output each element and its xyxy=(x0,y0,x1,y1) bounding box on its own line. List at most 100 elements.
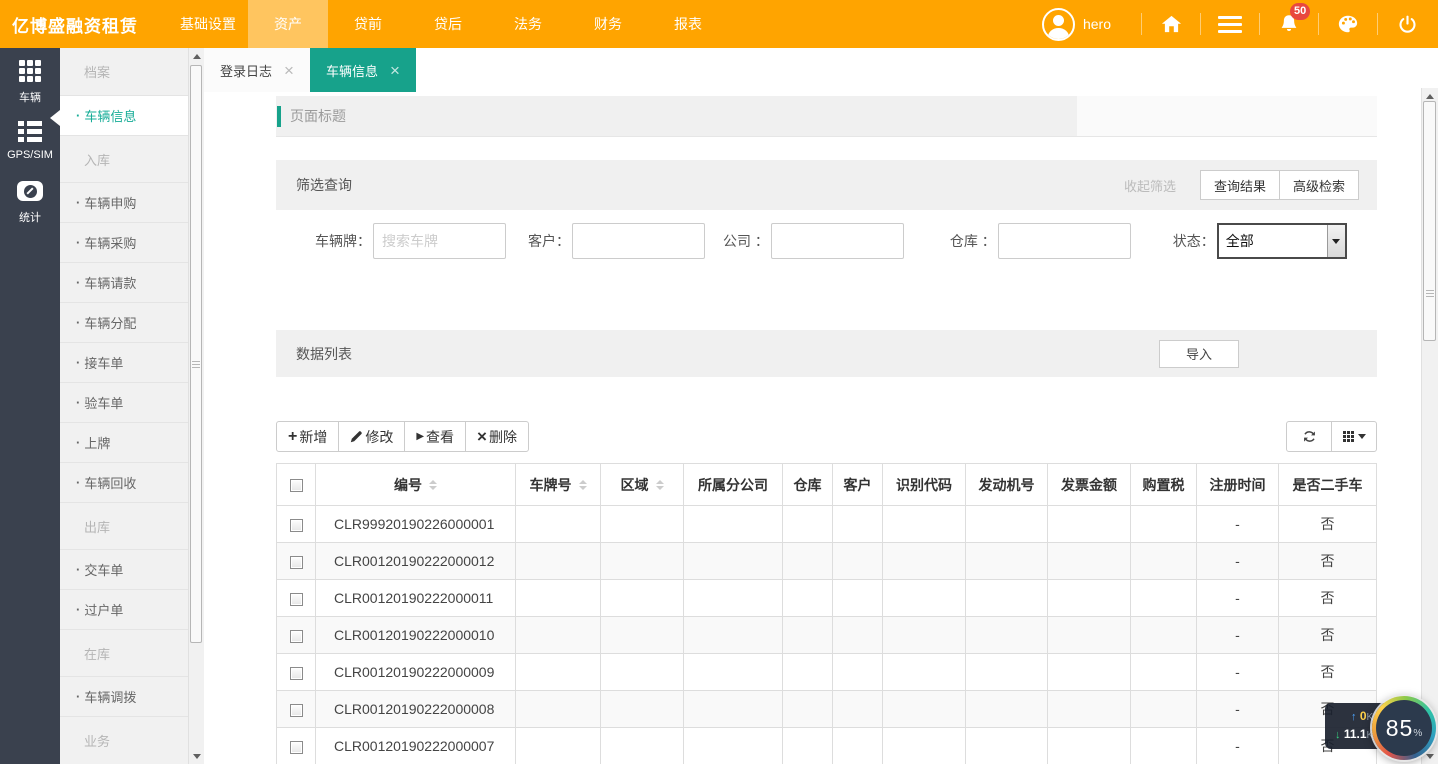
sidebar-item-1[interactable]: ·车辆信息 xyxy=(60,95,188,135)
close-icon[interactable]: × xyxy=(390,62,400,79)
power-icon[interactable] xyxy=(1394,11,1420,37)
row-checkbox[interactable] xyxy=(290,593,303,606)
sidebar-item-3[interactable]: ·车辆申购 xyxy=(60,182,188,222)
table-toolbar: +新增修改▶查看×删除 xyxy=(276,421,1377,452)
column-header-2[interactable]: 区域 xyxy=(601,464,684,506)
tab-strip: 登录日志 × 车辆信息 × xyxy=(204,48,1438,92)
select-dropdown-button[interactable] xyxy=(1327,225,1345,257)
sidebar-scrollbar[interactable] xyxy=(188,48,204,764)
sidebar-item-7[interactable]: ·接车单 xyxy=(60,342,188,382)
cell xyxy=(966,580,1048,617)
sidebar-item-10[interactable]: ·车辆回收 xyxy=(60,462,188,502)
cell xyxy=(1048,654,1131,691)
refresh-button[interactable] xyxy=(1286,421,1332,452)
cell xyxy=(684,506,783,543)
nav-item-5[interactable]: 财务 xyxy=(568,0,648,48)
rail-item-gps-sim[interactable]: GPS/SIM xyxy=(0,118,60,178)
cell xyxy=(601,506,684,543)
sidebar-item-5[interactable]: ·车辆请款 xyxy=(60,262,188,302)
row-checkbox[interactable] xyxy=(290,630,303,643)
sidebar-item-4[interactable]: ·车辆采购 xyxy=(60,222,188,262)
filter-field-4: 状态：全部 xyxy=(1173,223,1347,259)
home-icon[interactable] xyxy=(1158,11,1184,37)
filter-input-1[interactable] xyxy=(572,223,705,259)
sidebar-item-8[interactable]: ·验车单 xyxy=(60,382,188,422)
column-label: 客户 xyxy=(844,477,872,493)
column-header-0[interactable]: 编号 xyxy=(316,464,516,506)
rail-item-vehicle[interactable]: 车辆 xyxy=(0,58,60,118)
select-all-checkbox[interactable] xyxy=(290,479,303,492)
bullet-icon: · xyxy=(76,602,80,617)
row-select-cell xyxy=(277,728,316,764)
chevron-down-icon xyxy=(1358,434,1366,439)
notification-badge: 50 xyxy=(1290,3,1310,20)
filter-input-3[interactable] xyxy=(998,223,1131,259)
collapse-filter-link[interactable]: 收起筛选 xyxy=(1124,176,1176,195)
download-value: 11.1 xyxy=(1344,727,1367,741)
nav-item-3[interactable]: 贷后 xyxy=(408,0,488,48)
nav-item-4[interactable]: 法务 xyxy=(488,0,568,48)
filter-input-2[interactable] xyxy=(771,223,904,259)
row-checkbox[interactable] xyxy=(290,556,303,569)
cell: CLR00120190222000009 xyxy=(316,654,516,691)
sort-icon[interactable] xyxy=(656,480,664,490)
scroll-up-icon[interactable] xyxy=(189,48,204,64)
nav-item-6[interactable]: 报表 xyxy=(648,0,728,48)
row-checkbox[interactable] xyxy=(290,741,303,754)
cell xyxy=(1131,506,1197,543)
toolbar-add-button[interactable]: +新增 xyxy=(276,421,339,452)
sidebar-item-13[interactable]: ·过户单 xyxy=(60,589,188,629)
scroll-down-icon[interactable] xyxy=(189,748,204,764)
row-checkbox[interactable] xyxy=(290,704,303,717)
palette-icon[interactable] xyxy=(1335,11,1361,37)
row-checkbox[interactable] xyxy=(290,519,303,532)
hamburger-icon xyxy=(1218,16,1242,33)
sidebar-item-15[interactable]: ·车辆调拨 xyxy=(60,676,188,716)
cell xyxy=(516,691,601,728)
main-scrollbar[interactable] xyxy=(1421,88,1438,764)
sidebar-item-12[interactable]: ·交车单 xyxy=(60,549,188,589)
nav-item-0[interactable]: 基础设置 xyxy=(168,0,248,48)
cell: CLR99920190226000001 xyxy=(316,506,516,543)
list-icon xyxy=(18,118,42,144)
row-checkbox[interactable] xyxy=(290,667,303,680)
menu-icon[interactable] xyxy=(1217,11,1243,37)
advanced-search-button[interactable]: 高级检索 xyxy=(1279,170,1359,200)
scrollbar-thumb[interactable] xyxy=(190,65,202,643)
column-header-1[interactable]: 车牌号 xyxy=(516,464,601,506)
cell xyxy=(1048,691,1131,728)
tab-login-log[interactable]: 登录日志 × xyxy=(204,48,310,92)
datalist-label: 数据列表 xyxy=(296,344,352,364)
table-row: CLR00120190222000012-否 xyxy=(277,543,1377,580)
table-row: CLR00120190222000011-否 xyxy=(277,580,1377,617)
cell xyxy=(833,691,883,728)
score-ring[interactable]: 85 % xyxy=(1372,696,1436,760)
sidebar-item-6[interactable]: ·车辆分配 xyxy=(60,302,188,342)
query-result-button[interactable]: 查询结果 xyxy=(1200,170,1280,200)
avatar[interactable] xyxy=(1042,8,1075,41)
bell-icon[interactable]: 50 xyxy=(1276,11,1302,37)
toolbar-edit-button[interactable]: 修改 xyxy=(338,421,405,452)
sidebar-item-label: 入库 xyxy=(84,150,110,169)
rail-item-stats[interactable]: 统计 xyxy=(0,178,60,238)
nav-item-2[interactable]: 贷前 xyxy=(328,0,408,48)
tab-vehicle-info[interactable]: 车辆信息 × xyxy=(310,48,416,92)
toolbar-view-button[interactable]: ▶查看 xyxy=(404,421,466,452)
close-icon[interactable]: × xyxy=(284,62,294,79)
score-value: 85 xyxy=(1386,715,1414,742)
status-select[interactable]: 全部 xyxy=(1217,223,1347,259)
columns-button[interactable] xyxy=(1331,421,1377,452)
sidebar-item-9[interactable]: ·上牌 xyxy=(60,422,188,462)
cell xyxy=(783,617,833,654)
sort-icon[interactable] xyxy=(429,480,437,490)
filter-input-0[interactable] xyxy=(373,223,506,259)
title-accent xyxy=(277,106,281,127)
nav-item-1[interactable]: 资产 xyxy=(248,0,328,48)
sort-up-icon xyxy=(579,480,587,484)
column-label: 车牌号 xyxy=(530,477,572,493)
import-button[interactable]: 导入 xyxy=(1159,340,1239,368)
toolbar-delete-button[interactable]: ×删除 xyxy=(465,421,529,452)
cell: - xyxy=(1197,728,1279,764)
sort-icon[interactable] xyxy=(579,480,587,490)
scrollbar-thumb[interactable] xyxy=(1423,101,1436,341)
